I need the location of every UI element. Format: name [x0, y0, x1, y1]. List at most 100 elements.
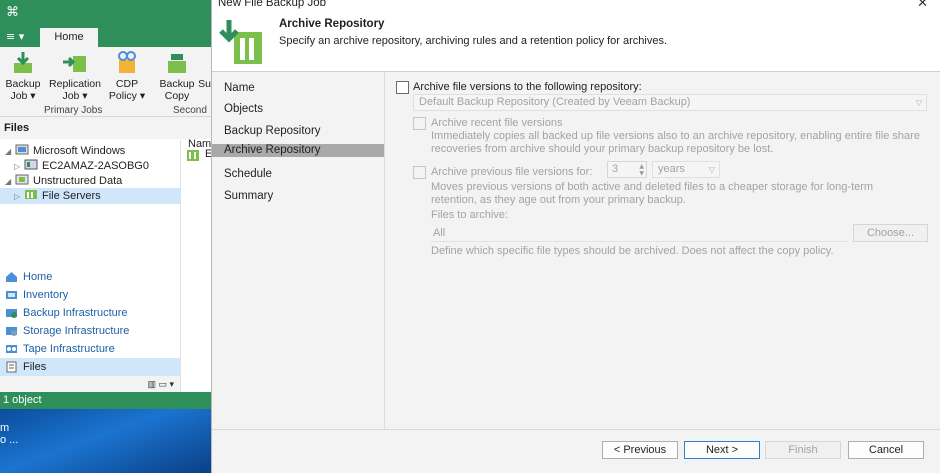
tab-home[interactable]: Home: [40, 28, 98, 47]
unstructured-data-icon: [15, 174, 29, 185]
dialog-footer: < Previous Next > Finish Cancel: [212, 429, 940, 473]
secondary-jobs-group-label: Second: [173, 105, 207, 116]
tree-node-label: Unstructured Data: [33, 175, 123, 187]
stepper-value: 3: [612, 163, 619, 175]
tape-infrastructure-icon: [6, 345, 17, 353]
nav-label: Storage Infrastructure: [23, 325, 130, 337]
nav-options-icon[interactable]: ▥ ▭ ▾: [147, 379, 174, 389]
step-name[interactable]: Name: [212, 79, 384, 97]
cdp-policy-icon: [118, 51, 136, 73]
previous-button[interactable]: < Previous: [602, 441, 678, 459]
cancel-button[interactable]: Cancel: [848, 441, 924, 459]
finish-button[interactable]: Finish: [765, 441, 841, 459]
windows-icon: [15, 144, 29, 155]
archive-versions-label: Archive file versions to the following r…: [413, 81, 642, 93]
expand-arrow-icon[interactable]: ◢: [5, 144, 15, 159]
home-icon: [6, 272, 17, 282]
archive-previous-description: Moves previous versions of both active a…: [431, 181, 874, 206]
nav-label: Tape Infrastructure: [23, 343, 115, 355]
inventory-icon: [6, 291, 17, 299]
console-titlebar: ⌘: [0, 0, 211, 26]
chevron-down-icon: ▽: [915, 98, 922, 107]
navigation-pane: Home Inventory Backup Infrastructure Sto…: [0, 268, 180, 376]
previous-versions-stepper[interactable]: 3 ▲ ▼: [607, 161, 647, 178]
storage-infrastructure-icon: [6, 327, 17, 336]
archive-recent-label: Archive recent file versions: [431, 117, 563, 129]
dialog-header: Archive Repository Specify an archive re…: [212, 12, 940, 72]
tree-node-label: EC2AMAZ-2ASOBG0: [42, 160, 149, 172]
backup-copy-label: Backup Copy: [159, 78, 195, 102]
veeam-console-window: ⌘ ≡ ▾ Home Backup Job ▾ Replication Job ▾ …: [0, 0, 212, 473]
files-icon: [6, 361, 17, 373]
archive-repository-select[interactable]: Default Backup Repository (Created by Ve…: [413, 94, 927, 111]
main-menu-button[interactable]: ≡ ▾: [6, 29, 30, 44]
nav-pane-options: ▥ ▭ ▾: [0, 376, 180, 392]
replication-job-button[interactable]: Replication Job ▾: [46, 50, 104, 102]
tree-node-file-servers[interactable]: ▷ File Servers: [14, 189, 101, 204]
archive-previous-checkbox[interactable]: [413, 166, 426, 179]
tree-node-ec2amaz[interactable]: ▷ EC2AMAZ-2ASOBG0: [14, 159, 149, 174]
backup-copy-button[interactable]: Backup Copy: [157, 50, 197, 102]
expand-arrow-icon[interactable]: ◢: [5, 174, 15, 189]
nav-backup-infrastructure[interactable]: Backup Infrastructure: [0, 304, 180, 322]
choose-button[interactable]: Choose...: [853, 224, 928, 242]
status-bar: 1 object: [0, 392, 211, 409]
backup-job-label: Backup Job ▾: [5, 78, 41, 102]
files-to-archive-label: Files to archive:: [431, 209, 509, 221]
step-objects[interactable]: Objects: [212, 100, 384, 118]
stepper-up-icon[interactable]: ▲: [639, 163, 644, 170]
nav-label: Backup Infrastructure: [23, 307, 128, 319]
dialog-title: New File Backup Job: [218, 0, 327, 9]
archive-recent-description: Immediately copies all backed up file ve…: [431, 130, 920, 155]
file-servers-icon: [25, 190, 37, 199]
step-archive-repository[interactable]: Archive Repository: [212, 144, 384, 157]
archive-recent-checkbox[interactable]: [413, 117, 426, 130]
archive-previous-label: Archive previous file versions for:: [431, 166, 593, 178]
tree-node-unstructured-data[interactable]: ◢ Unstructured Data: [5, 174, 122, 189]
archive-versions-checkbox[interactable]: [396, 81, 409, 94]
wizard-steps: Name Objects Backup Repository Archive R…: [212, 72, 384, 429]
tree-node-label: File Servers: [42, 190, 101, 202]
chevron-down-icon: ▽: [708, 165, 715, 174]
cdp-policy-button[interactable]: CDP Policy ▾: [107, 50, 147, 102]
nav-home[interactable]: Home: [0, 268, 180, 286]
step-backup-repository[interactable]: Backup Repository: [212, 122, 384, 140]
step-schedule[interactable]: Schedule: [212, 165, 384, 183]
desktop-text-fragment: o ...: [0, 434, 19, 446]
files-pane-header: Files: [0, 117, 211, 139]
files-to-archive-description: Define which specific file types should …: [431, 245, 834, 257]
object-list-pane: Nam E: [180, 138, 212, 392]
tree-node-label: Microsoft Windows: [33, 145, 126, 157]
nav-label: Files: [23, 361, 47, 373]
archive-repository-value: Default Backup Repository (Created by Ve…: [419, 96, 691, 108]
close-icon[interactable]: ✕: [917, 0, 928, 11]
nav-tape-infrastructure[interactable]: Tape Infrastructure: [0, 340, 180, 358]
backup-job-icon: [14, 52, 32, 73]
header-description: Specify an archive repository, archiving…: [279, 35, 668, 47]
header-title: Archive Repository: [279, 18, 385, 30]
replication-job-icon: [63, 56, 86, 72]
desktop-text-fragment: m: [0, 422, 10, 434]
files-to-archive-field[interactable]: All: [431, 224, 847, 242]
archive-repository-icon: [219, 20, 262, 64]
ribbon-more-label: Su: [198, 78, 211, 90]
retention-unit-select[interactable]: years ▽: [652, 161, 720, 178]
file-server-row-icon: [187, 150, 199, 161]
stepper-down-icon[interactable]: ▼: [639, 170, 644, 177]
archive-settings-panel: Archive file versions to the following r…: [384, 72, 940, 429]
server-icon: [24, 159, 38, 170]
ribbon-more-button[interactable]: Su: [198, 50, 211, 90]
nav-inventory[interactable]: Inventory: [0, 286, 180, 304]
retention-unit-value: years: [658, 163, 685, 175]
tree-node-microsoft-windows[interactable]: ◢ Microsoft Windows: [5, 144, 125, 159]
backup-job-button[interactable]: Backup Job ▾: [4, 50, 42, 102]
veeam-logo-icon: ⌘: [6, 5, 19, 20]
nav-files[interactable]: Files: [0, 358, 180, 376]
collapse-arrow-icon[interactable]: ▷: [14, 159, 24, 174]
ribbon-toolbar: Backup Job ▾ Replication Job ▾ CDP Policy ▾…: [0, 47, 211, 117]
collapse-arrow-icon[interactable]: ▷: [14, 189, 24, 204]
nav-storage-infrastructure[interactable]: Storage Infrastructure: [0, 322, 180, 340]
step-summary[interactable]: Summary: [212, 187, 384, 205]
cdp-policy-label: CDP Policy ▾: [108, 78, 146, 102]
next-button[interactable]: Next >: [684, 441, 760, 459]
